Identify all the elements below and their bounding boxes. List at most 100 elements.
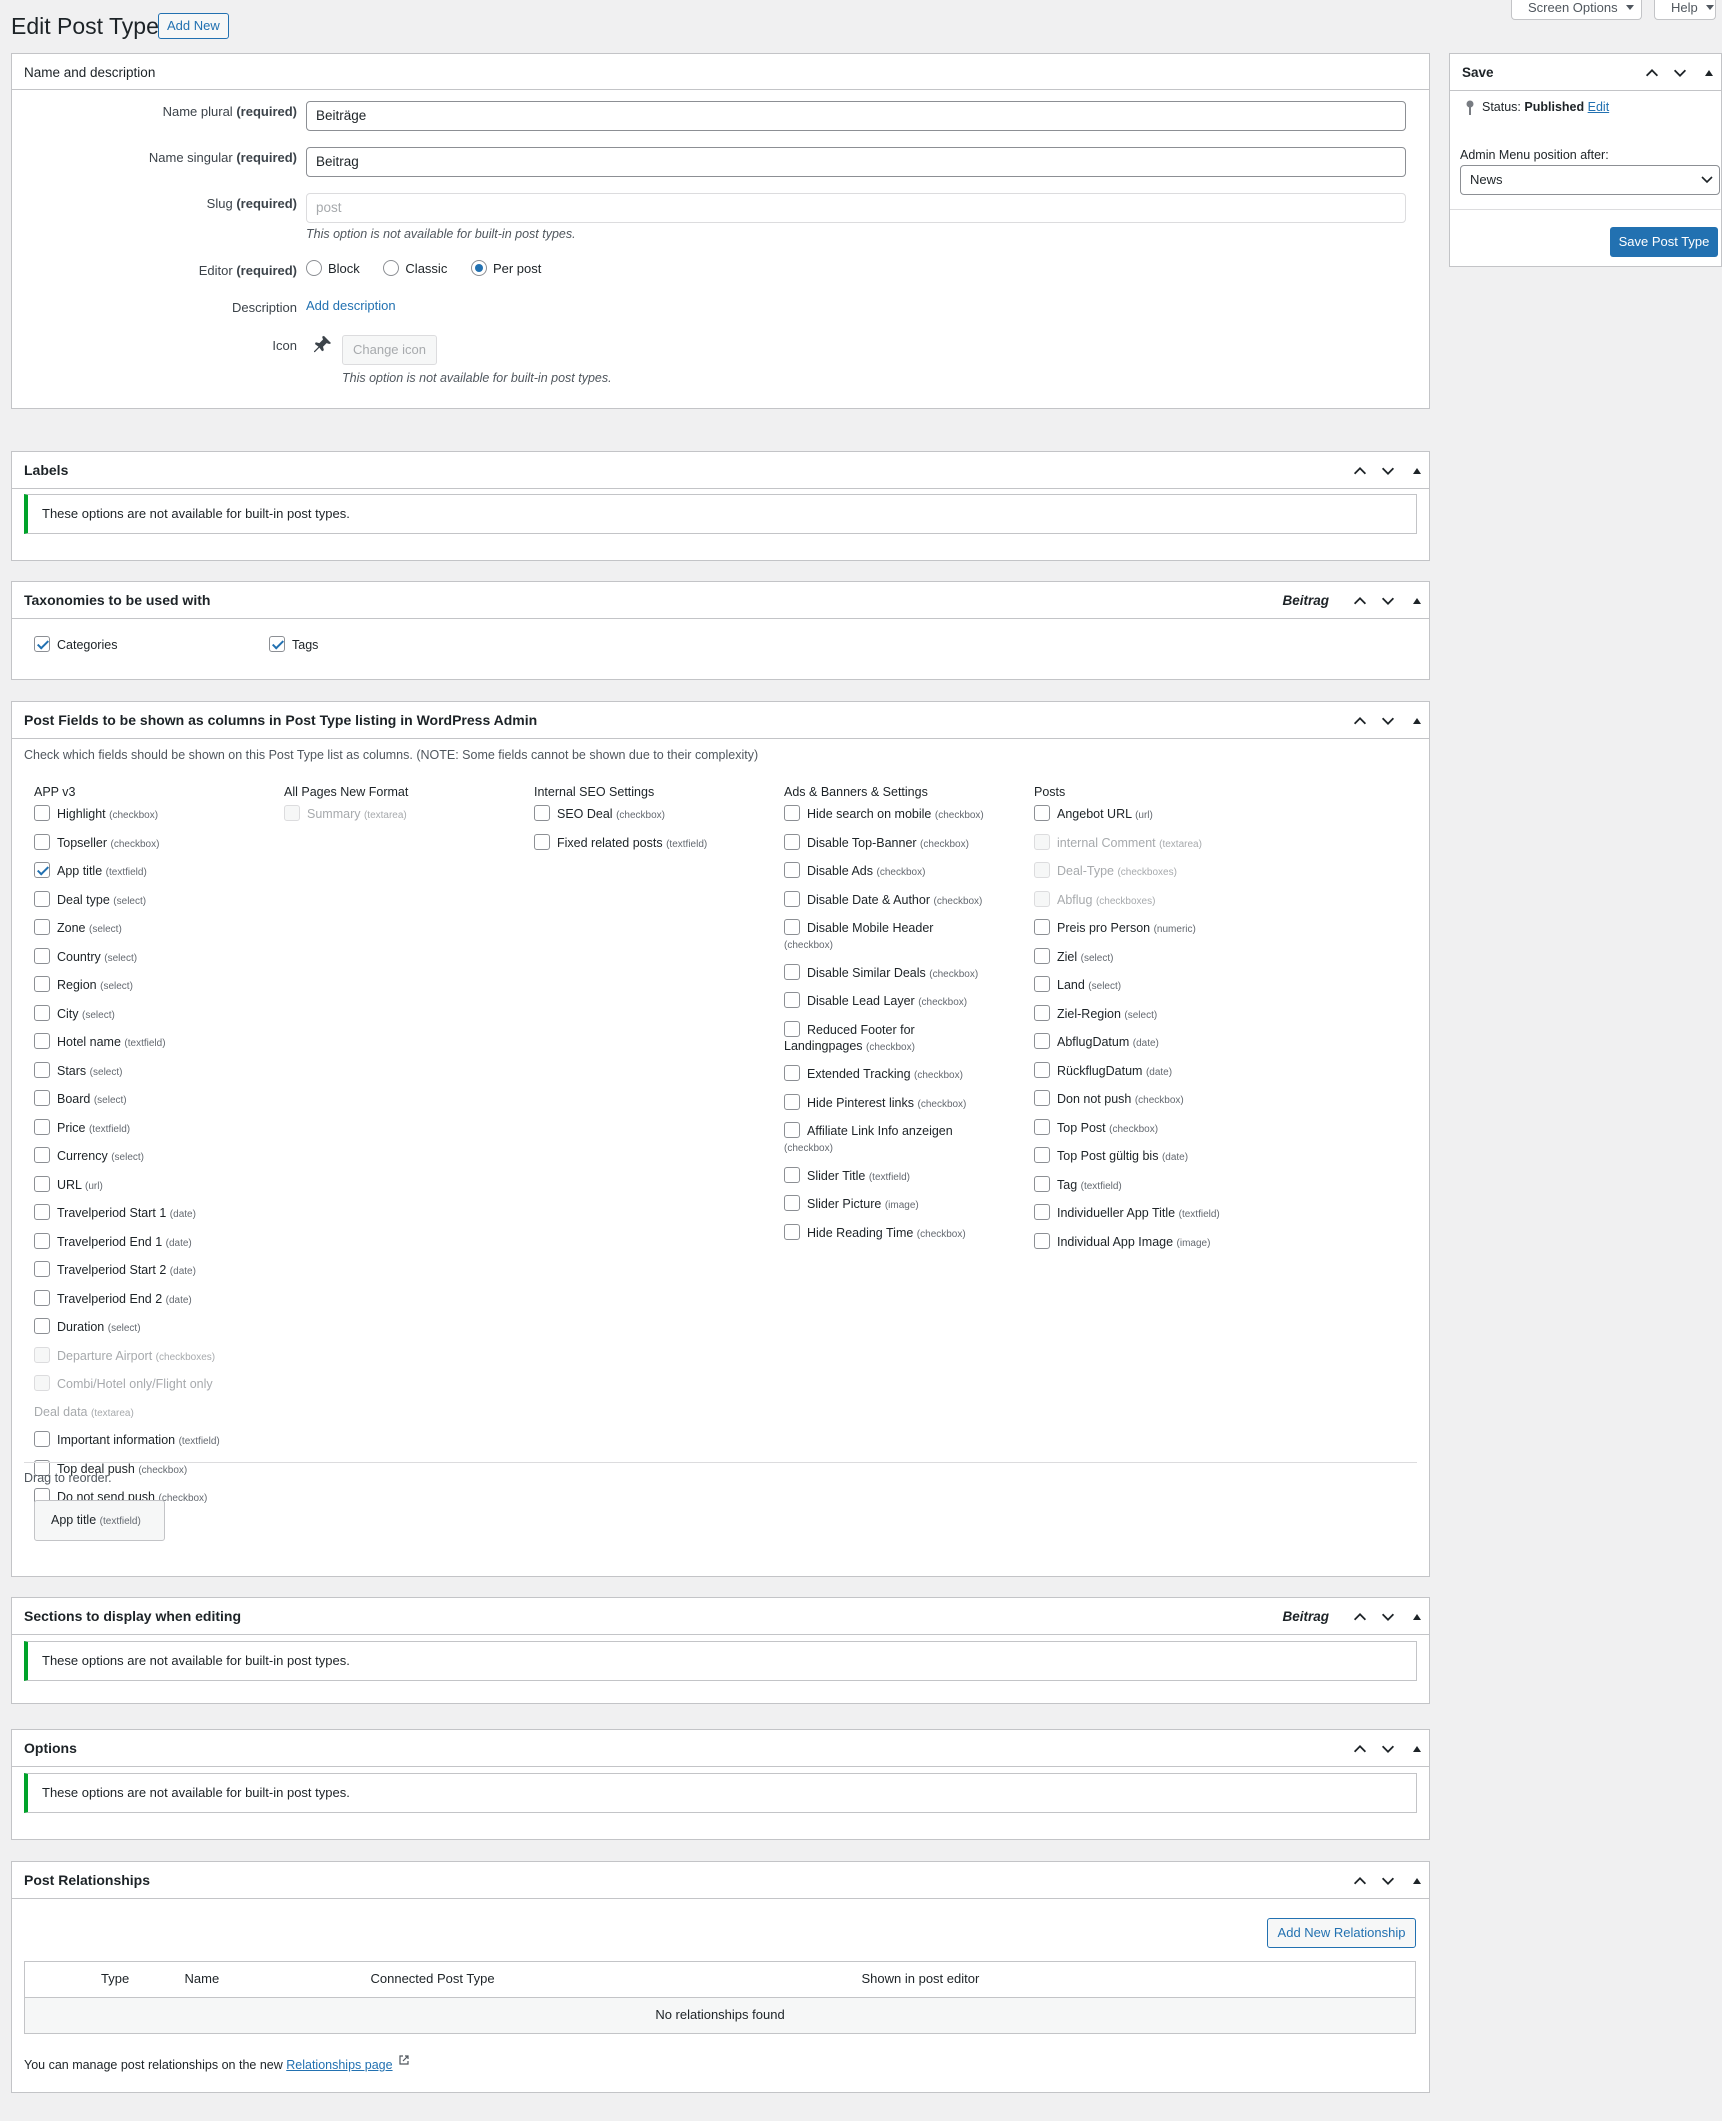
checkbox[interactable] (34, 805, 50, 821)
field-option[interactable]: Hide Pinterest links (checkbox) (784, 1093, 1024, 1113)
checkbox[interactable] (269, 636, 285, 652)
field-option[interactable]: Individual App Image (image) (1034, 1232, 1274, 1252)
column-header[interactable]: Connected Post Type (370, 1961, 862, 1998)
checkbox[interactable] (1034, 805, 1050, 821)
chevron-down-icon[interactable] (1379, 1608, 1397, 1626)
field-option[interactable]: Disable Lead Layer (checkbox) (784, 992, 1024, 1011)
checkbox[interactable] (784, 890, 800, 907)
checkbox[interactable] (34, 890, 50, 907)
toggle-panel-icon[interactable] (1705, 69, 1713, 76)
checkbox[interactable] (34, 1061, 50, 1078)
toggle-panel-icon[interactable] (1413, 1745, 1421, 1752)
screen-options-button[interactable]: Screen Options (1511, 0, 1642, 20)
field-option[interactable]: Top Post (checkbox) (1034, 1118, 1274, 1138)
status-edit-link[interactable]: Edit (1588, 100, 1610, 114)
field-option[interactable]: Extended Tracking (checkbox) (784, 1065, 1024, 1084)
toggle-panel-icon[interactable] (1413, 1877, 1421, 1884)
field-option[interactable]: Fixed related posts (textfield) (534, 833, 774, 853)
field-option[interactable]: Price (textfield) (34, 1118, 274, 1138)
field-option[interactable]: Angebot URL (url) (1034, 805, 1274, 824)
taxonomy-tags[interactable]: Tags (269, 636, 318, 655)
field-option[interactable]: Don not push (checkbox) (1034, 1090, 1274, 1109)
toggle-panel-icon[interactable] (1413, 717, 1421, 724)
chevron-down-icon[interactable] (1379, 1740, 1397, 1758)
field-option[interactable]: Slider Picture (image) (784, 1195, 1024, 1214)
checkbox[interactable] (34, 976, 50, 992)
field-option[interactable]: RückflugDatum (date) (1034, 1061, 1274, 1081)
checkbox[interactable] (784, 1223, 800, 1240)
field-option[interactable]: Deal type (select) (34, 890, 274, 910)
checkbox[interactable] (1034, 919, 1050, 935)
add-new-button[interactable]: Add New (158, 13, 229, 39)
chevron-down-icon[interactable] (1379, 712, 1397, 730)
checkbox[interactable] (784, 833, 800, 850)
checkbox[interactable] (784, 1166, 800, 1183)
field-option[interactable]: Disable Ads (checkbox) (784, 862, 1024, 881)
checkbox[interactable] (784, 963, 800, 980)
checkbox[interactable] (34, 1261, 50, 1277)
field-option[interactable]: City (select) (34, 1004, 274, 1024)
field-option[interactable]: Disable Similar Deals (checkbox) (784, 963, 1024, 983)
checkbox[interactable] (784, 992, 800, 1008)
taxonomy-categories[interactable]: Categories (34, 636, 117, 655)
checkbox[interactable] (1034, 1090, 1050, 1106)
chevron-down-icon[interactable] (1671, 64, 1689, 82)
checkbox[interactable] (1034, 1232, 1050, 1249)
checkbox[interactable] (1034, 976, 1050, 992)
chevron-down-icon[interactable] (1379, 462, 1397, 480)
field-option[interactable]: Top Post gültig bis (date) (1034, 1147, 1274, 1166)
field-option[interactable]: Travelperiod Start 1 (date) (34, 1204, 274, 1223)
checkbox[interactable] (34, 1204, 50, 1220)
slug-input[interactable]: post (306, 193, 1406, 223)
field-option[interactable]: Disable Mobile Header (checkbox) (784, 919, 984, 954)
field-option[interactable]: Ziel (select) (1034, 947, 1274, 967)
change-icon-button[interactable]: Change icon (342, 335, 437, 365)
checkbox[interactable] (1034, 947, 1050, 964)
toggle-panel-icon[interactable] (1413, 467, 1421, 474)
name-singular-input[interactable]: Beitrag (306, 147, 1406, 177)
checkbox[interactable] (34, 1033, 50, 1049)
checkbox[interactable] (1034, 1118, 1050, 1135)
field-option[interactable]: Individueller App Title (textfield) (1034, 1204, 1274, 1223)
checkbox[interactable] (34, 1147, 50, 1163)
chevron-up-icon[interactable] (1643, 64, 1661, 82)
chevron-down-icon[interactable] (1379, 1872, 1397, 1890)
checkbox[interactable] (1034, 1147, 1050, 1163)
checkbox[interactable] (34, 636, 50, 652)
checkbox[interactable] (534, 833, 550, 850)
menu-position-select[interactable]: News (1460, 165, 1720, 195)
field-option[interactable]: Board (select) (34, 1090, 274, 1109)
chevron-up-icon[interactable] (1351, 712, 1369, 730)
field-option[interactable]: Slider Title (textfield) (784, 1166, 1024, 1186)
checkbox[interactable] (784, 1065, 800, 1081)
field-option[interactable]: Country (select) (34, 947, 274, 967)
checkbox[interactable] (34, 947, 50, 964)
field-option[interactable]: Region (select) (34, 976, 274, 995)
field-option[interactable]: App title (textfield) (34, 862, 274, 881)
field-option[interactable]: Hide Reading Time (checkbox) (784, 1223, 1024, 1243)
field-option[interactable]: Reduced Footer for Landingpages (checkbo… (784, 1020, 984, 1056)
checkbox[interactable] (34, 1431, 50, 1447)
field-option[interactable]: Affiliate Link Info anzeigen (checkbox) (784, 1122, 984, 1157)
toggle-panel-icon[interactable] (1413, 1613, 1421, 1620)
name-plural-input[interactable]: Beiträge (306, 101, 1406, 131)
chevron-up-icon[interactable] (1351, 1740, 1369, 1758)
checkbox[interactable] (1034, 1061, 1050, 1078)
field-option[interactable]: AbflugDatum (date) (1034, 1033, 1274, 1052)
add-description-link[interactable]: Add description (306, 297, 396, 315)
save-post-type-button[interactable]: Save Post Type (1610, 227, 1718, 257)
field-option[interactable]: Important information (textfield) (34, 1431, 234, 1450)
field-option[interactable]: Travelperiod Start 2 (date) (34, 1261, 274, 1280)
checkbox[interactable] (34, 1118, 50, 1135)
checkbox[interactable] (34, 1004, 50, 1021)
column-header[interactable]: Shown in post editor (861, 1961, 1416, 1998)
checkbox[interactable] (34, 1289, 50, 1306)
checkbox[interactable] (784, 862, 800, 878)
field-option[interactable]: Preis pro Person (numeric) (1034, 919, 1274, 938)
field-option[interactable]: Land (select) (1034, 976, 1274, 995)
field-option[interactable]: Zone (select) (34, 919, 274, 938)
field-option[interactable]: Hotel name (textfield) (34, 1033, 274, 1052)
field-option[interactable]: Duration (select) (34, 1318, 274, 1337)
field-option[interactable]: Ziel-Region (select) (1034, 1004, 1274, 1024)
field-option[interactable]: Travelperiod End 2 (date) (34, 1289, 274, 1309)
